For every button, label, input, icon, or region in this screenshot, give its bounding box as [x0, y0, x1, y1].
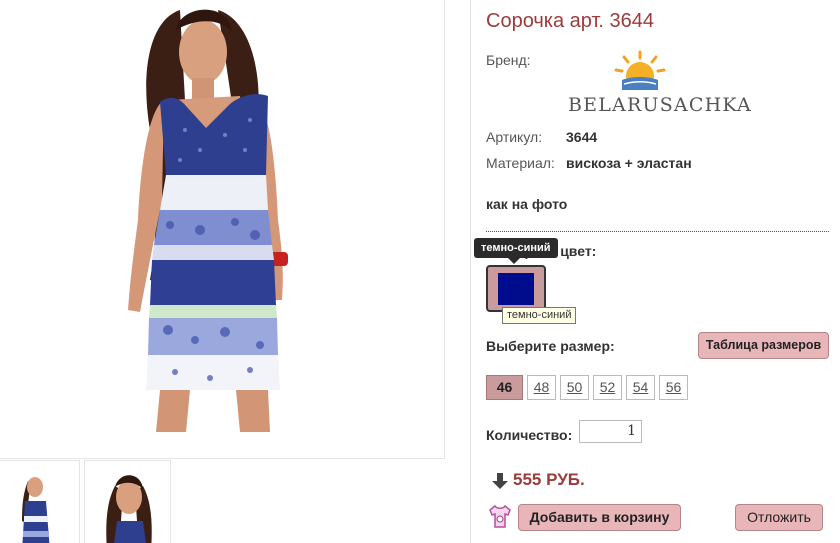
brand-sun-icon — [614, 50, 666, 90]
brand-name: BELARUSACHKA — [568, 94, 752, 116]
model-illustration — [128, 9, 288, 432]
size-option-50[interactable]: 50 — [560, 375, 589, 400]
size-options: 46 48 50 52 54 56 — [486, 375, 688, 400]
product-title: Сорочка арт. 3644 — [486, 10, 655, 32]
article-value: 3644 — [566, 129, 598, 145]
main-product-photo[interactable] — [0, 0, 445, 459]
dotted-divider — [486, 231, 829, 232]
quantity-input[interactable]: 1 — [579, 420, 642, 443]
size-label: Выберите размер: — [486, 338, 615, 354]
article-label: Артикул: — [486, 129, 543, 145]
size-option-48[interactable]: 48 — [527, 375, 556, 400]
material-label: Материал: — [486, 155, 555, 171]
brand-logo[interactable]: BELARUSACHKA — [566, 50, 751, 118]
add-to-cart-button[interactable]: Добавить в корзину — [518, 504, 681, 531]
color-swatch-fill — [498, 273, 534, 305]
size-option-46[interactable]: 46 — [486, 375, 523, 400]
column-divider — [470, 0, 471, 543]
product-price: 555 РУБ. — [513, 470, 585, 489]
thumbnail-1[interactable] — [0, 460, 80, 543]
arrow-down-icon — [492, 473, 508, 489]
product-note: как на фото — [486, 196, 568, 212]
postpone-button[interactable]: Отложить — [735, 504, 823, 531]
size-option-54[interactable]: 54 — [626, 375, 655, 400]
thumbnail-1-image — [22, 477, 50, 543]
color-tooltip: темно-синий — [474, 238, 558, 264]
color-swatch-title-tooltip: темно-синий — [502, 307, 577, 324]
size-option-56[interactable]: 56 — [659, 375, 688, 400]
brand-label: Бренд: — [486, 52, 531, 68]
thumbnail-2-image — [106, 475, 152, 543]
size-table-button[interactable]: Таблица размеров — [698, 332, 829, 359]
size-option-52[interactable]: 52 — [593, 375, 622, 400]
color-swatch-navy[interactable] — [486, 265, 546, 312]
quantity-label: Количество: — [486, 427, 573, 443]
thumbnail-2[interactable] — [84, 460, 171, 543]
shirt-cart-icon — [489, 504, 511, 528]
material-value: вискоза + эластан — [566, 155, 692, 171]
